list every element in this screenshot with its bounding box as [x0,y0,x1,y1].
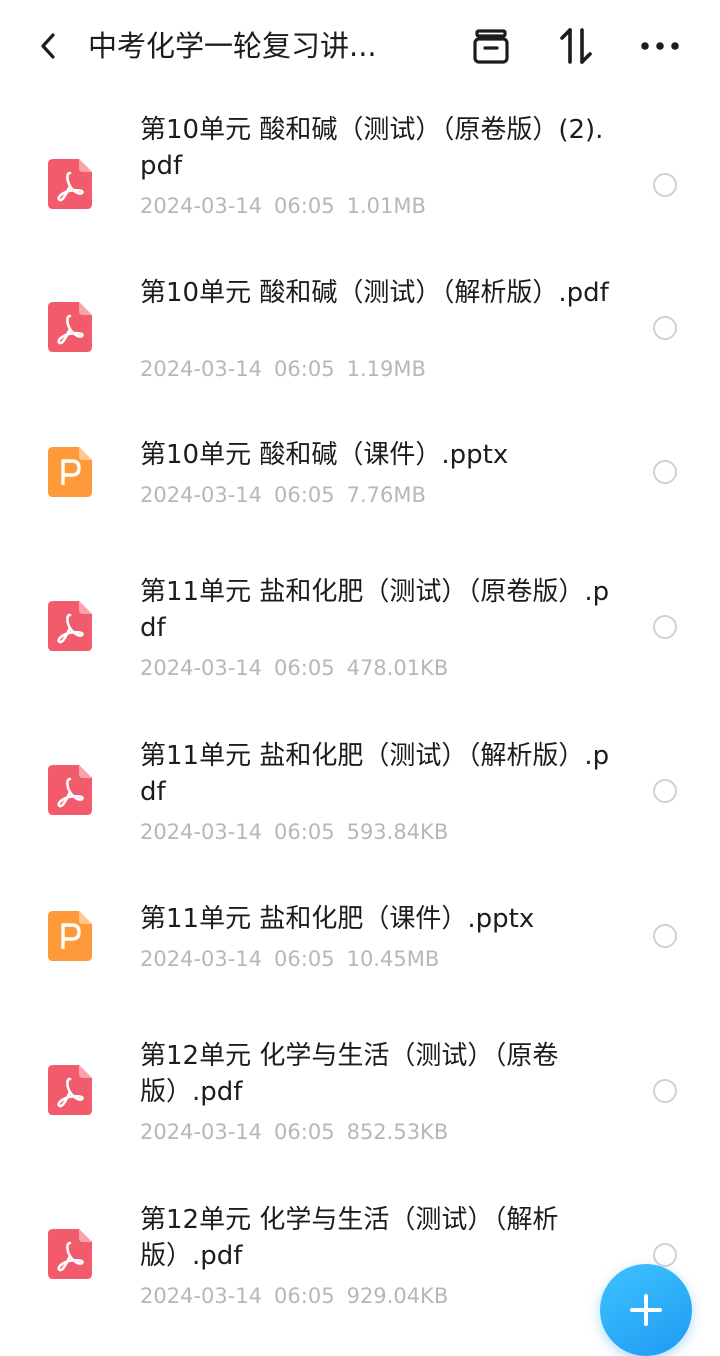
file-time: 06:05 [274,1284,335,1308]
file-size: 1.01MB [346,194,426,218]
file-date: 2024-03-14 [140,656,263,680]
file-size: 593.84KB [346,820,449,844]
file-size: 1.19MB [346,357,426,381]
back-button[interactable] [28,24,68,68]
file-date: 2024-03-14 [140,483,263,507]
file-meta: 2024-03-14 06:05 10.45MB [140,945,610,973]
file-date: 2024-03-14 [140,357,263,381]
file-date: 2024-03-14 [140,947,263,971]
pdf-file-icon [48,1229,92,1279]
add-button[interactable] [600,1264,692,1356]
file-time: 06:05 [274,947,335,971]
file-meta: 2024-03-14 06:05 478.01KB [140,654,610,682]
select-radio[interactable] [653,924,677,948]
file-size: 10.45MB [346,947,440,971]
select-radio[interactable] [653,316,677,340]
pdf-file-icon [48,1065,92,1115]
page-title: 中考化学一轮复习讲... [88,29,377,63]
top-bar: 中考化学一轮复习讲... [0,0,720,92]
file-size: 7.76MB [346,483,426,507]
sort-button[interactable] [552,22,600,70]
file-row[interactable]: 第12单元 化学与生活（测试）（原卷版）.pdf 2024-03-14 06:05… [0,1038,720,1178]
file-meta: 2024-03-14 06:05 929.04KB [140,1282,610,1310]
file-row[interactable]: 第10单元 酸和碱（测试）（解析版）.pdf 2024-03-14 06:05 1.… [0,275,720,415]
select-radio[interactable] [653,173,677,197]
pptx-file-icon [48,911,92,961]
file-date: 2024-03-14 [140,1120,263,1144]
file-size: 852.53KB [346,1120,449,1144]
file-meta: 2024-03-14 06:05 7.76MB [140,481,610,509]
file-size: 478.01KB [346,656,449,680]
file-date: 2024-03-14 [140,1284,263,1308]
file-time: 06:05 [274,194,335,218]
archive-button[interactable] [467,22,515,70]
file-time: 06:05 [274,656,335,680]
plus-icon [630,1294,662,1326]
file-meta: 2024-03-14 06:05 1.19MB [140,355,610,383]
pptx-file-icon [48,447,92,497]
file-time: 06:05 [274,483,335,507]
archive-icon [473,29,509,64]
file-name: 第10单元 酸和碱（测试）（解析版）.pdf [140,278,609,308]
pdf-file-icon [48,302,92,352]
file-name: 第11单元 盐和化肥（课件）.pptx [140,904,535,934]
file-time: 06:05 [274,1120,335,1144]
file-name: 第11单元 盐和化肥（测试）（解析版）.pdf [140,741,610,807]
back-icon [41,33,55,59]
file-row[interactable]: 第11单元 盐和化肥（课件）.pptx 2024-03-14 06:05 10.45… [0,901,720,1001]
more-button[interactable] [636,22,684,70]
file-meta: 2024-03-14 06:05 852.53KB [140,1118,610,1146]
file-name: 第11单元 盐和化肥（测试）（原卷版）.pdf [140,577,610,643]
select-radio[interactable] [653,460,677,484]
file-time: 06:05 [274,357,335,381]
file-time: 06:05 [274,820,335,844]
pdf-file-icon [48,765,92,815]
file-date: 2024-03-14 [140,820,263,844]
file-meta: 2024-03-14 06:05 1.01MB [140,192,610,220]
select-radio[interactable] [653,1243,677,1267]
file-size: 929.04KB [346,1284,449,1308]
file-date: 2024-03-14 [140,194,263,218]
file-meta: 2024-03-14 06:05 593.84KB [140,818,610,846]
select-radio[interactable] [653,1079,677,1103]
file-name: 第12单元 化学与生活（测试）（解析版）.pdf [140,1205,559,1271]
more-icon [641,42,679,50]
select-radio[interactable] [653,779,677,803]
file-row[interactable]: 第11单元 盐和化肥（测试）（解析版）.pdf 2024-03-14 06:05 5… [0,738,720,878]
file-name: 第10单元 酸和碱（测试）（原卷版）(2).pdf [140,115,604,181]
pdf-file-icon [48,159,92,209]
file-row[interactable]: 第10单元 酸和碱（课件）.pptx 2024-03-14 06:05 7.76MB [0,437,720,537]
file-row[interactable]: 第11单元 盐和化肥（测试）（原卷版）.pdf 2024-03-14 06:05 4… [0,574,720,714]
file-name: 第12单元 化学与生活（测试）（原卷版）.pdf [140,1041,559,1107]
file-name: 第10单元 酸和碱（课件）.pptx [140,440,509,470]
sort-icon [560,28,592,64]
select-radio[interactable] [653,615,677,639]
file-row[interactable]: 第10单元 酸和碱（测试）（原卷版）(2).pdf 2024-03-14 06:0… [0,112,720,252]
pdf-file-icon [48,601,92,651]
